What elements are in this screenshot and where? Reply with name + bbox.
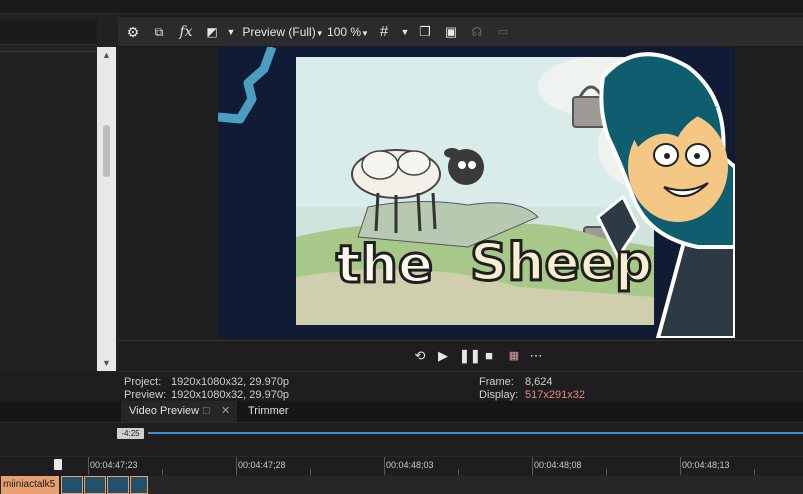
clip-name[interactable]: miiniactalk5 bbox=[1, 476, 59, 494]
frame-label: Frame: bbox=[479, 376, 514, 388]
video-track: miiniactalk5 bbox=[0, 476, 803, 494]
video-frame: the Sheep bbox=[218, 47, 735, 338]
pause-icon[interactable]: ❚❚ bbox=[459, 347, 481, 365]
ruler-label: 00:04:47;28 bbox=[238, 460, 286, 470]
preview-toolbar: ⚙ ⧉ fx ◩ ▼ Preview (Full)▼ 100 %▼ # ▼ ❐ … bbox=[118, 17, 803, 47]
clip-thumbnail[interactable] bbox=[84, 476, 106, 494]
save-snapshot-icon[interactable]: ▣ bbox=[442, 23, 460, 41]
ruler-minor-tick bbox=[310, 469, 311, 475]
left-panel-divider bbox=[0, 51, 97, 52]
video-frame-image bbox=[218, 47, 735, 338]
selection-length-box: -4:25 bbox=[117, 428, 144, 439]
loop-icon[interactable]: ⟲ bbox=[412, 347, 428, 365]
split-screen-dropdown-icon[interactable]: ▼ bbox=[226, 23, 236, 41]
playhead-marker[interactable] bbox=[54, 459, 62, 470]
left-panel-header bbox=[0, 19, 97, 45]
scroll-thumb[interactable] bbox=[103, 125, 110, 177]
transport-bar: ⟲ ▶ ❚❚ ■ ▦ ⋯ bbox=[118, 340, 803, 370]
external-monitor-icon[interactable]: ⧉ bbox=[150, 23, 168, 41]
left-panel: ▲ ▼ bbox=[0, 14, 118, 372]
scroll-down-arrow-icon[interactable]: ▼ bbox=[97, 355, 116, 371]
video-title-the: the bbox=[334, 235, 434, 295]
timeline-ruler[interactable]: 00:04:47;23 00:04:47;28 00:04:48;03 00:0… bbox=[0, 456, 803, 476]
preview-label: Preview: bbox=[124, 389, 167, 401]
overlays-grid-icon[interactable]: # bbox=[376, 23, 392, 41]
chevron-down-icon: ▼ bbox=[361, 29, 369, 38]
video-title-sheep: Sheep bbox=[468, 233, 653, 293]
clip-thumbnail[interactable] bbox=[61, 476, 83, 494]
ruler-minor-tick bbox=[458, 469, 459, 475]
loop-region-bar[interactable] bbox=[148, 432, 803, 434]
frame-step-icon[interactable]: ▦ bbox=[506, 347, 522, 365]
stop-icon[interactable]: ■ bbox=[482, 347, 496, 365]
zoom-dropdown[interactable]: 100 %▼ bbox=[326, 23, 370, 41]
tab-trimmer-label: Trimmer bbox=[248, 405, 289, 417]
ruler-tick bbox=[384, 457, 385, 475]
preview-quality-label: Preview (Full) bbox=[242, 25, 316, 39]
ruler-tick bbox=[680, 457, 681, 475]
ruler-label: 00:04:48;13 bbox=[682, 460, 730, 470]
play-icon[interactable]: ▶ bbox=[436, 347, 450, 365]
clip-thumbnail[interactable] bbox=[107, 476, 129, 494]
preview-info-panel: Project: 1920x1080x32, 29.970p Preview: … bbox=[118, 371, 803, 401]
split-screen-icon[interactable]: ◩ bbox=[204, 23, 220, 41]
undock-window-icon[interactable]: □ bbox=[203, 401, 213, 422]
top-bar bbox=[0, 0, 803, 14]
display-value: 517x291x32 bbox=[525, 389, 585, 401]
overlays-dropdown-icon[interactable]: ▼ bbox=[400, 23, 410, 41]
tab-video-preview[interactable]: Video Preview bbox=[121, 401, 237, 422]
tab-trimmer[interactable]: Trimmer bbox=[240, 401, 300, 422]
adjust-size-icon[interactable]: ☊ bbox=[468, 23, 486, 41]
tab-video-preview-label: Video Preview bbox=[129, 405, 200, 417]
chevron-down-icon: ▼ bbox=[315, 29, 324, 38]
preview-value: 1920x1080x32, 29.970p bbox=[171, 389, 290, 401]
frame-value: 8,624 bbox=[525, 376, 553, 388]
settings-gear-icon[interactable]: ⚙ bbox=[124, 23, 142, 41]
clip-thumbnail[interactable] bbox=[130, 476, 148, 494]
ruler-tick bbox=[532, 457, 533, 475]
ruler-label: 00:04:48;03 bbox=[386, 460, 434, 470]
ruler-tick bbox=[236, 457, 237, 475]
ruler-tick bbox=[88, 457, 89, 475]
timeline-top-bar: -4:25 bbox=[0, 422, 803, 440]
ruler-minor-tick bbox=[606, 469, 607, 475]
ruler-minor-tick bbox=[754, 469, 755, 475]
more-options-icon[interactable]: ⋯ bbox=[528, 347, 544, 365]
project-value: 1920x1080x32, 29.970p bbox=[171, 376, 290, 388]
video-fx-icon[interactable]: fx bbox=[176, 23, 196, 41]
ruler-label: 00:04:48;08 bbox=[534, 460, 582, 470]
display-label: Display: bbox=[479, 389, 519, 401]
safe-areas-icon[interactable]: ▭ bbox=[494, 23, 512, 41]
ruler-label: 00:04:47;23 bbox=[90, 460, 138, 470]
project-label: Project: bbox=[124, 376, 162, 388]
zoom-label: 100 % bbox=[327, 25, 362, 39]
close-tab-icon[interactable]: ✕ bbox=[221, 401, 231, 422]
window-tabs: Video Preview □ ✕ Trimmer bbox=[0, 401, 803, 422]
preview-quality-dropdown[interactable]: Preview (Full)▼ bbox=[242, 23, 324, 41]
preview-area: the Sheep bbox=[118, 47, 803, 339]
vertical-scrollbar[interactable]: ▲ ▼ bbox=[97, 47, 116, 371]
scroll-up-arrow-icon[interactable]: ▲ bbox=[97, 47, 116, 63]
copy-snapshot-icon[interactable]: ❐ bbox=[416, 23, 434, 41]
ruler-minor-tick bbox=[162, 469, 163, 475]
